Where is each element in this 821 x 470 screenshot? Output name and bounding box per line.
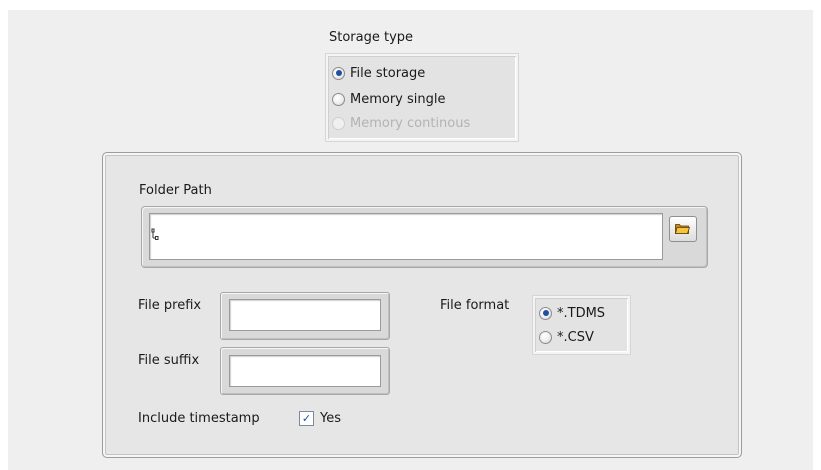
folder-path-input[interactable] (149, 213, 663, 260)
radio-unselected-icon[interactable] (539, 330, 552, 344)
file-prefix-input[interactable] (229, 299, 381, 331)
file-prefix-label: File prefix (138, 298, 202, 313)
radio-selected-icon[interactable] (332, 66, 345, 80)
radio-disabled-icon (332, 116, 345, 130)
include-timestamp-checkbox[interactable]: ✓ Yes (299, 411, 341, 426)
path-type-icon (151, 228, 159, 245)
storage-option-memory-continous: Memory continous (332, 114, 470, 132)
storage-option-label: Memory continous (350, 115, 471, 131)
checkmark-icon[interactable]: ✓ (299, 411, 314, 426)
storage-type-label: Storage type (329, 30, 414, 45)
folder-path-label: Folder Path (139, 183, 212, 198)
file-format-option-tdms[interactable]: *.TDMS (539, 304, 605, 322)
storage-option-file[interactable]: File storage (332, 64, 425, 82)
file-format-radio-group: *.TDMS *.CSV (533, 296, 630, 354)
file-suffix-input[interactable] (229, 355, 381, 387)
storage-option-memory-single[interactable]: Memory single (332, 90, 446, 108)
storage-type-radio-group: File storage Memory single Memory contin… (326, 54, 518, 141)
radio-unselected-icon[interactable] (332, 92, 345, 106)
file-suffix-label: File suffix (138, 353, 200, 368)
storage-option-label: File storage (350, 65, 426, 81)
include-timestamp-label: Include timestamp (138, 411, 260, 426)
radio-selected-icon[interactable] (539, 306, 552, 320)
file-format-option-label: *.TDMS (557, 305, 606, 321)
include-timestamp-option-label: Yes (320, 411, 341, 426)
file-format-label: File format (440, 298, 510, 313)
folder-open-icon (675, 224, 690, 234)
file-format-option-label: *.CSV (557, 329, 594, 345)
file-format-option-csv[interactable]: *.CSV (539, 328, 594, 346)
storage-option-label: Memory single (350, 91, 446, 107)
browse-folder-button[interactable] (669, 216, 697, 242)
